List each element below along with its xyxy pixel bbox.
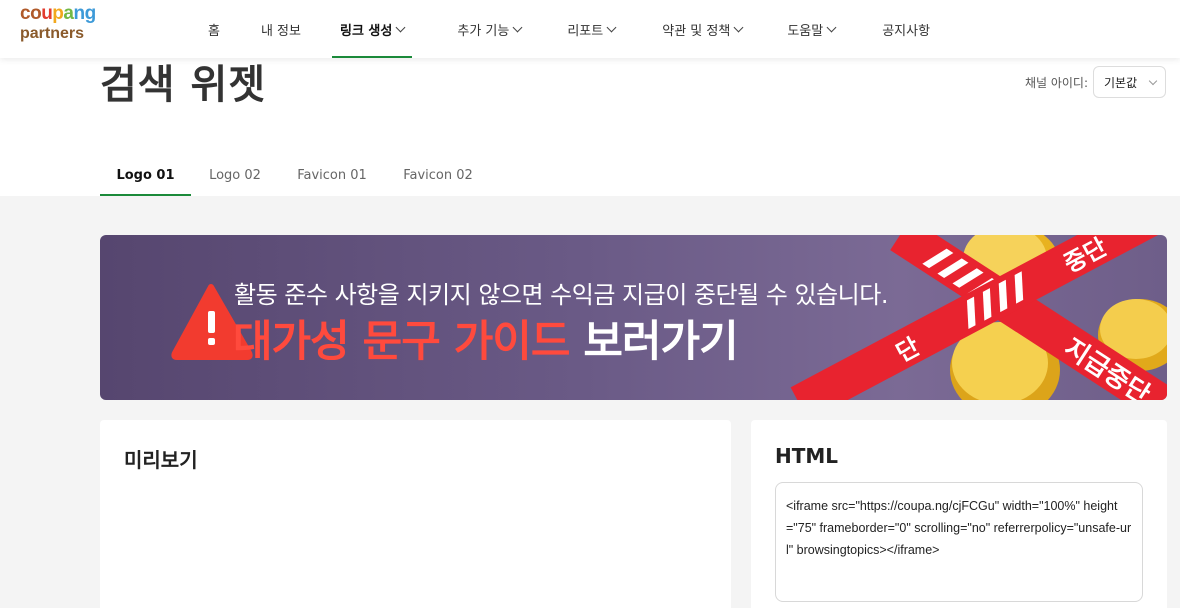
channel-label: 채널 아이디: bbox=[1024, 75, 1088, 90]
logo-subtext: partners bbox=[20, 25, 85, 42]
html-title: HTML bbox=[775, 444, 839, 468]
chevron-down-icon bbox=[733, 22, 744, 32]
compliance-guide-banner[interactable]: 지급중단 단 중단 활동 준수 사항을 지키지 않으면 수익금 지급이 중단될 … bbox=[100, 235, 1167, 400]
widget-tabs: Logo 01 Logo 02 Favicon 01 Favicon 02 bbox=[100, 154, 491, 196]
nav-item-notice[interactable]: 공지사항 bbox=[882, 0, 930, 58]
nav-item-extra-features[interactable]: 추가 기능 bbox=[457, 0, 523, 58]
html-code-card: HTML <iframe src="https://coupa.ng/cjFCG… bbox=[751, 420, 1167, 608]
channel-selector: 채널 아이디: 기본값 bbox=[1025, 66, 1166, 98]
chevron-down-icon bbox=[826, 22, 837, 32]
banner-view-text: 보러가기 bbox=[583, 317, 738, 367]
nav-item-home[interactable]: 홈 bbox=[208, 0, 220, 58]
nav-item-my-info[interactable]: 내 정보 bbox=[261, 0, 301, 58]
nav-item-link-create[interactable]: 링크 생성 bbox=[331, 0, 413, 58]
chevron-down-icon bbox=[606, 22, 617, 32]
page-title: 검색 위젯 bbox=[100, 62, 267, 108]
nav-item-terms-policy[interactable]: 약관 및 정책 bbox=[662, 0, 744, 58]
html-code-textarea[interactable]: <iframe src="https://coupa.ng/cjFCGu" wi… bbox=[775, 482, 1143, 602]
coupang-partners-logo[interactable]: coupang partners bbox=[20, 4, 96, 42]
page-header: 검색 위젯 채널 아이디: 기본값 Logo 01 Logo 02 Favico… bbox=[0, 58, 1180, 196]
banner-cta-text: 대가성 문구 가이드 보러가기 bbox=[233, 307, 739, 369]
tab-logo-02[interactable]: Logo 02 bbox=[191, 154, 279, 196]
banner-guide-text: 대가성 문구 가이드 bbox=[233, 317, 570, 367]
chevron-down-icon bbox=[1148, 76, 1158, 86]
preview-card: 미리보기 bbox=[100, 420, 731, 608]
chevron-down-icon bbox=[395, 22, 406, 32]
logo-wordmark: coupang bbox=[20, 3, 96, 24]
nav-item-report[interactable]: 리포트 bbox=[567, 0, 617, 58]
top-navigation-bar: coupang partners 홈 내 정보 링크 생성 추가 기능 리포트 … bbox=[0, 0, 1180, 58]
banner-notice-text: 활동 준수 사항을 지키지 않으면 수익금 지급이 중단될 수 있습니다. bbox=[234, 281, 888, 309]
channel-selected-value: 기본값 bbox=[1104, 75, 1138, 90]
tab-favicon-01[interactable]: Favicon 01 bbox=[279, 154, 385, 196]
nav-item-help[interactable]: 도움말 bbox=[787, 0, 837, 58]
tab-favicon-02[interactable]: Favicon 02 bbox=[385, 154, 491, 196]
preview-title: 미리보기 bbox=[124, 448, 198, 472]
main-nav: 홈 내 정보 링크 생성 추가 기능 리포트 약관 및 정책 도움말 공지사항 bbox=[190, 0, 930, 58]
channel-select-dropdown[interactable]: 기본값 bbox=[1093, 66, 1166, 98]
tab-logo-01[interactable]: Logo 01 bbox=[100, 154, 191, 196]
chevron-down-icon bbox=[512, 22, 523, 32]
